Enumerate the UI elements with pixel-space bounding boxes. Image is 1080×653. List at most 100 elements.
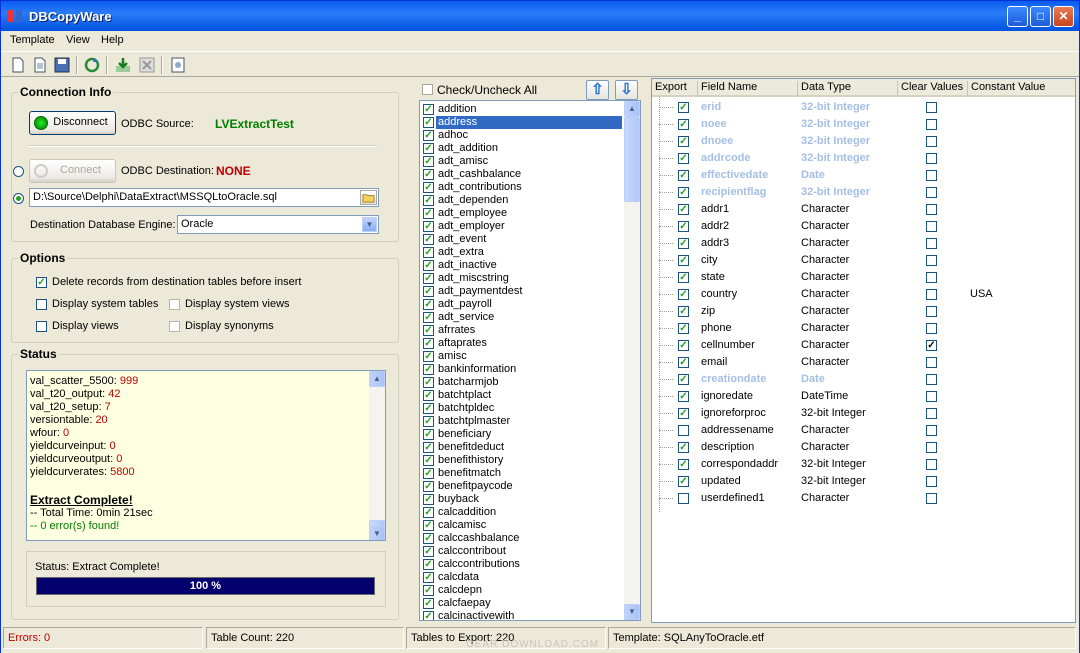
- export-checkbox[interactable]: ✓: [678, 476, 689, 487]
- table-list-item[interactable]: ✓ calcdepn: [420, 584, 622, 597]
- export-checkbox[interactable]: ✓: [678, 459, 689, 470]
- export-checkbox[interactable]: [678, 493, 689, 504]
- table-checkbox[interactable]: ✓: [423, 572, 434, 583]
- table-list-item[interactable]: ✓ adt_service: [420, 311, 622, 324]
- table-checkbox[interactable]: ✓: [423, 585, 434, 596]
- field-row[interactable]: ✓ ignoredate DateTime: [652, 388, 1075, 405]
- table-list-item[interactable]: ✓ adt_employee: [420, 207, 622, 220]
- clear-values-checkbox[interactable]: ✓: [926, 340, 937, 351]
- table-list-item[interactable]: ✓ calcamisc: [420, 519, 622, 532]
- file-destination-radio[interactable]: [13, 193, 24, 204]
- table-checkbox[interactable]: ✓: [423, 533, 434, 544]
- table-list-item[interactable]: ✓ calcdata: [420, 571, 622, 584]
- clear-values-checkbox[interactable]: [926, 425, 937, 436]
- move-up-button[interactable]: ⇧: [586, 80, 609, 100]
- clear-values-checkbox[interactable]: [926, 255, 937, 266]
- clear-values-checkbox[interactable]: [926, 357, 937, 368]
- table-list-item[interactable]: ✓ adt_employer: [420, 220, 622, 233]
- odbc-destination-radio[interactable]: [13, 166, 24, 177]
- table-checkbox[interactable]: ✓: [423, 403, 434, 414]
- table-checkbox[interactable]: ✓: [423, 221, 434, 232]
- table-checkbox[interactable]: ✓: [423, 611, 434, 620]
- clear-values-checkbox[interactable]: [926, 493, 937, 504]
- new-icon[interactable]: [9, 56, 27, 74]
- field-row[interactable]: ✓ ignoreforproc 32-bit Integer: [652, 405, 1075, 422]
- table-checkbox[interactable]: ✓: [423, 520, 434, 531]
- table-checkbox[interactable]: ✓: [423, 182, 434, 193]
- table-list-item[interactable]: ✓ batchtplmaster: [420, 415, 622, 428]
- table-list-item[interactable]: ✓ calcfaepay: [420, 597, 622, 610]
- table-list-item[interactable]: ✓ address: [420, 116, 622, 129]
- table-checkbox[interactable]: ✓: [423, 455, 434, 466]
- field-row[interactable]: ✓ addr3 Character: [652, 235, 1075, 252]
- field-row[interactable]: ✓ addrcode 32-bit Integer: [652, 150, 1075, 167]
- export-checkbox[interactable]: [678, 425, 689, 436]
- maximize-button[interactable]: □: [1030, 6, 1051, 27]
- table-checkbox[interactable]: ✓: [423, 273, 434, 284]
- menu-template[interactable]: Template: [10, 34, 55, 46]
- field-row[interactable]: ✓ addr2 Character: [652, 218, 1075, 235]
- field-row[interactable]: ✓ country Character USA: [652, 286, 1075, 303]
- cancel-icon[interactable]: [138, 56, 156, 74]
- export-checkbox[interactable]: ✓: [678, 136, 689, 147]
- header-field-name[interactable]: Field Name: [698, 81, 798, 97]
- field-row[interactable]: ✓ noee 32-bit Integer: [652, 116, 1075, 133]
- table-checkbox[interactable]: ✓: [423, 117, 434, 128]
- export-checkbox[interactable]: ✓: [678, 340, 689, 351]
- table-checkbox[interactable]: ✓: [423, 416, 434, 427]
- export-checkbox[interactable]: ✓: [678, 153, 689, 164]
- export-checkbox[interactable]: ✓: [678, 255, 689, 266]
- refresh-icon[interactable]: [83, 56, 101, 74]
- scroll-up-icon[interactable]: ▲: [624, 101, 640, 117]
- scroll-down-icon[interactable]: ▼: [624, 604, 640, 620]
- menu-view[interactable]: View: [66, 34, 90, 46]
- table-list-item[interactable]: ✓ aftaprates: [420, 337, 622, 350]
- table-checkbox[interactable]: ✓: [423, 442, 434, 453]
- table-checkbox[interactable]: ✓: [423, 390, 434, 401]
- field-row[interactable]: ✓ addr1 Character: [652, 201, 1075, 218]
- display-synonyms-checkbox[interactable]: [169, 321, 180, 332]
- field-row[interactable]: ✓ creationdate Date: [652, 371, 1075, 388]
- move-down-button[interactable]: ⇩: [615, 80, 638, 100]
- export-checkbox[interactable]: ✓: [678, 391, 689, 402]
- table-list-item[interactable]: ✓ batchtplact: [420, 389, 622, 402]
- table-checkbox[interactable]: ✓: [423, 559, 434, 570]
- field-row[interactable]: ✓ description Character: [652, 439, 1075, 456]
- export-checkbox[interactable]: ✓: [678, 357, 689, 368]
- table-checkbox[interactable]: ✓: [423, 325, 434, 336]
- field-row[interactable]: ✓ dnoee 32-bit Integer: [652, 133, 1075, 150]
- table-list[interactable]: ✓ addition ✓ address ✓ adhoc ✓ adt_addition ✓ adt…: [419, 100, 641, 621]
- table-checkbox[interactable]: ✓: [423, 429, 434, 440]
- table-list-item[interactable]: ✓ adhoc: [420, 129, 622, 142]
- field-row[interactable]: addressename Character: [652, 422, 1075, 439]
- table-checkbox[interactable]: ✓: [423, 598, 434, 609]
- field-row[interactable]: ✓ erid 32-bit Integer: [652, 99, 1075, 116]
- table-checkbox[interactable]: ✓: [423, 312, 434, 323]
- table-list-item[interactable]: ✓ adt_dependen: [420, 194, 622, 207]
- export-checkbox[interactable]: ✓: [678, 442, 689, 453]
- field-row[interactable]: ✓ phone Character: [652, 320, 1075, 337]
- table-list-item[interactable]: ✓ afrrates: [420, 324, 622, 337]
- clear-values-checkbox[interactable]: [926, 476, 937, 487]
- table-checkbox[interactable]: ✓: [423, 364, 434, 375]
- clear-values-checkbox[interactable]: [926, 204, 937, 215]
- menu-help[interactable]: Help: [101, 34, 124, 46]
- table-checkbox[interactable]: ✓: [423, 507, 434, 518]
- fields-grid[interactable]: Export Field Name Data Type Clear Values…: [651, 78, 1076, 623]
- minimize-button[interactable]: _: [1007, 6, 1028, 27]
- field-row[interactable]: ✓ effectivedate Date: [652, 167, 1075, 184]
- table-checkbox[interactable]: ✓: [423, 546, 434, 557]
- disconnect-button[interactable]: Disconnect: [29, 111, 116, 135]
- table-checkbox[interactable]: ✓: [423, 468, 434, 479]
- clear-values-checkbox[interactable]: [926, 374, 937, 385]
- table-list-item[interactable]: ✓ adt_payroll: [420, 298, 622, 311]
- clear-values-checkbox[interactable]: [926, 136, 937, 147]
- table-list-item[interactable]: ✓ adt_extra: [420, 246, 622, 259]
- table-list-item[interactable]: ✓ adt_amisc: [420, 155, 622, 168]
- export-icon[interactable]: [114, 56, 132, 74]
- log-scrollbar[interactable]: ▲ ▼: [369, 371, 385, 540]
- export-checkbox[interactable]: ✓: [678, 408, 689, 419]
- header-data-type[interactable]: Data Type: [798, 81, 898, 97]
- table-list-item[interactable]: ✓ benefitpaycode: [420, 480, 622, 493]
- close-button[interactable]: ✕: [1053, 6, 1074, 27]
